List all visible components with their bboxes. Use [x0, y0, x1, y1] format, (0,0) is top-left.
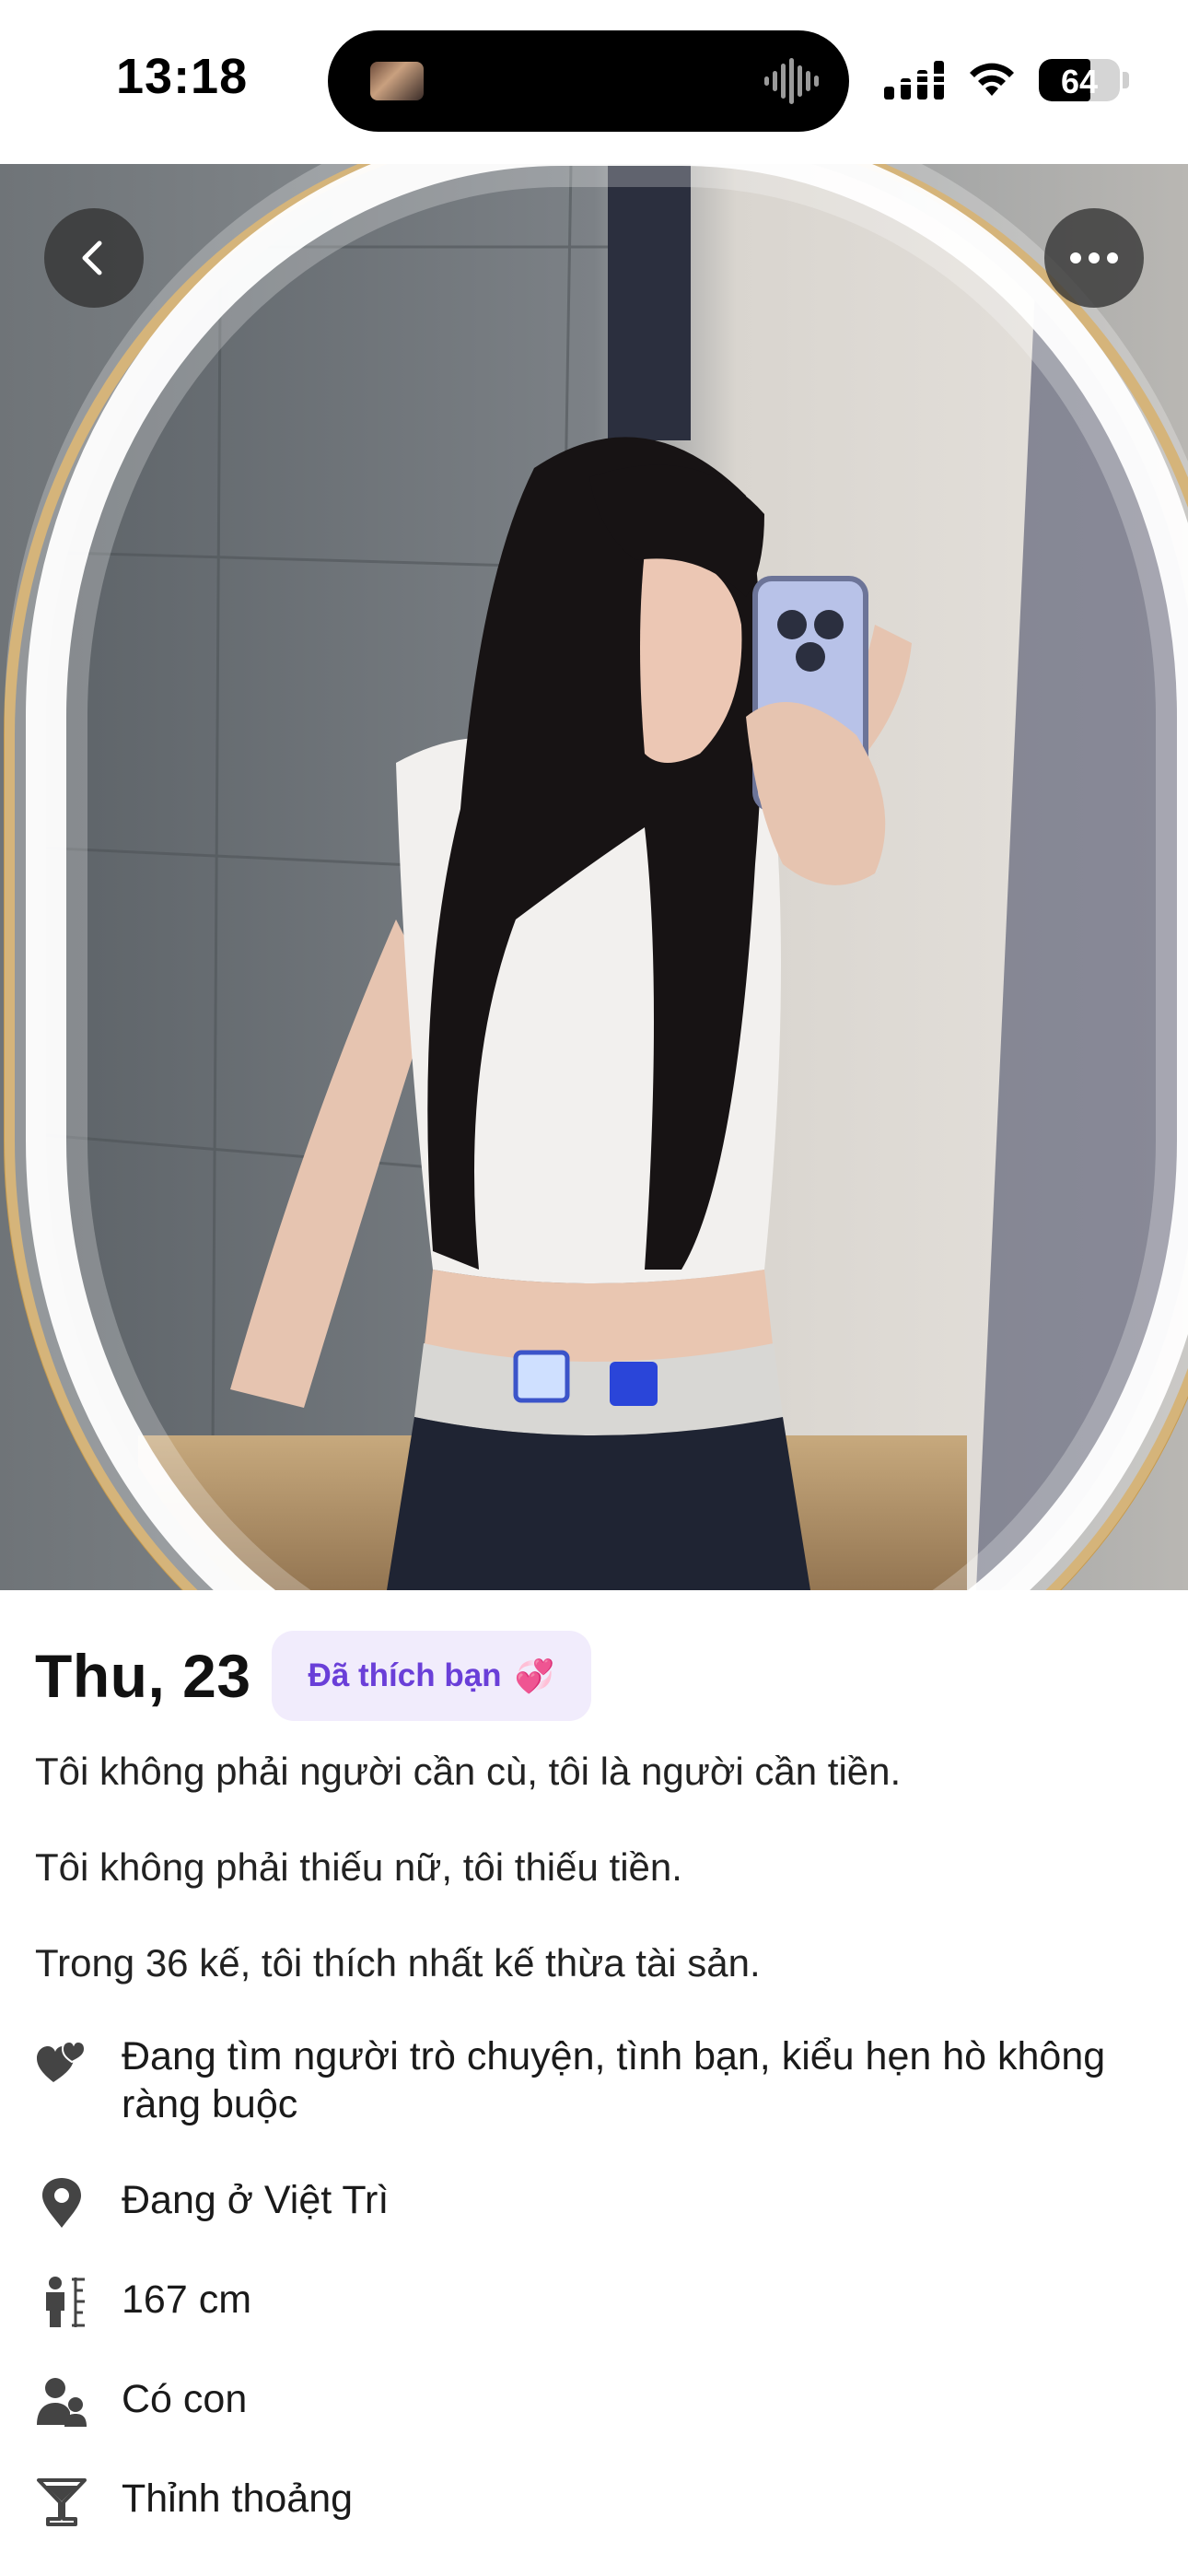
detail-text: Đang tìm người trò chuyện, tình bạn, kiể… [122, 2034, 1106, 2126]
detail-text: Thỉnh thoảng [122, 2476, 354, 2521]
battery-cap [1123, 72, 1129, 88]
hearts-emoji-icon: 💞 [514, 1657, 555, 1694]
profile-info: Thu, 23 Đã thích bạn 💞 Tôi không phải ng… [0, 1590, 1188, 2576]
bio-line: Tôi không phải thiếu nữ, tôi thiếu tiền. [35, 1845, 682, 1889]
cocktail-glass-icon [35, 2475, 88, 2528]
name-row: Thu, 23 Đã thích bạn 💞 [35, 1631, 592, 1721]
detail-text: Có con [122, 2377, 248, 2421]
profile-name-age: Thu, 23 [35, 1642, 251, 1710]
status-bar: 13:18 64 [0, 0, 1188, 164]
profile-bio: Tôi không phải người cần cù, tôi là ngườ… [35, 1749, 1140, 2036]
hearts-icon [35, 2032, 88, 2086]
children-icon [35, 2375, 88, 2429]
detail-looking-for: Đang tìm người trò chuyện, tình bạn, kiể… [35, 2032, 1135, 2128]
profile-photo[interactable] [0, 164, 1188, 1590]
cellular-signal-icon [884, 61, 945, 100]
more-options-button[interactable] [1044, 208, 1144, 308]
bio-line: Trong 36 kế, tôi thích nhất kế thừa tài … [35, 1941, 761, 1985]
detail-text: 167 cm [122, 2277, 252, 2322]
height-icon [35, 2276, 88, 2329]
detail-drinking: Thỉnh thoảng [35, 2475, 1135, 2528]
wifi-icon [970, 63, 1014, 96]
audio-wave-icon [764, 58, 819, 104]
bio-line: Tôi không phải người cần cù, tôi là ngườ… [35, 1750, 902, 1793]
status-time: 13:18 [116, 49, 249, 104]
liked-badge-label: Đã thích bạn [308, 1657, 502, 1693]
dynamic-island[interactable] [328, 30, 849, 132]
detail-children: Có con [35, 2375, 1135, 2429]
detail-text: Đang ở Việt Trì [122, 2178, 390, 2222]
media-thumbnail-icon [370, 62, 424, 100]
back-button[interactable] [44, 208, 144, 308]
location-pin-icon [35, 2176, 88, 2230]
mirror-selfie-image [0, 164, 1188, 1590]
liked-you-badge: Đã thích bạn 💞 [271, 1631, 592, 1721]
battery-icon: 64 [1039, 59, 1120, 101]
battery-level: 64 [1060, 63, 1099, 100]
ellipsis-icon [1070, 252, 1118, 263]
detail-location: Đang ở Việt Trì [35, 2176, 1135, 2230]
chevron-left-icon [82, 240, 102, 275]
detail-height: 167 cm [35, 2276, 1135, 2329]
